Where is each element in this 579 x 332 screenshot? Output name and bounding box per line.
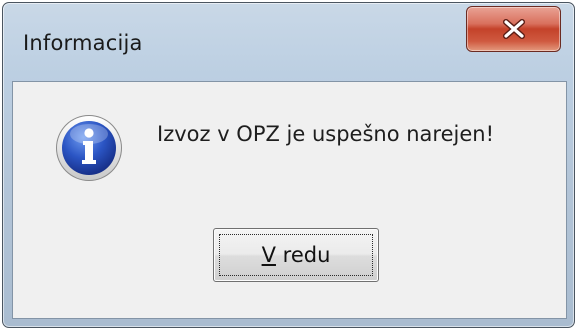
close-button[interactable]: [466, 6, 561, 52]
ok-button-label-rest: redu: [275, 243, 331, 267]
close-icon: [502, 19, 525, 39]
ok-button[interactable]: V redu: [213, 228, 379, 282]
window-title: Informacija: [23, 31, 143, 55]
focus-rectangle: V redu: [219, 234, 373, 276]
dialog-window: Informacija Izvoz v OPZ je uspešno narej…: [2, 2, 575, 328]
dialog-content: Izvoz v OPZ je uspešno narejen! V redu: [12, 81, 567, 319]
ok-button-label: V redu: [262, 243, 331, 267]
information-icon: [56, 115, 122, 181]
mnemonic-letter: V: [261, 243, 276, 267]
message-text: Izvoz v OPZ je uspešno narejen!: [157, 122, 495, 146]
title-bar[interactable]: Informacija: [3, 3, 574, 81]
